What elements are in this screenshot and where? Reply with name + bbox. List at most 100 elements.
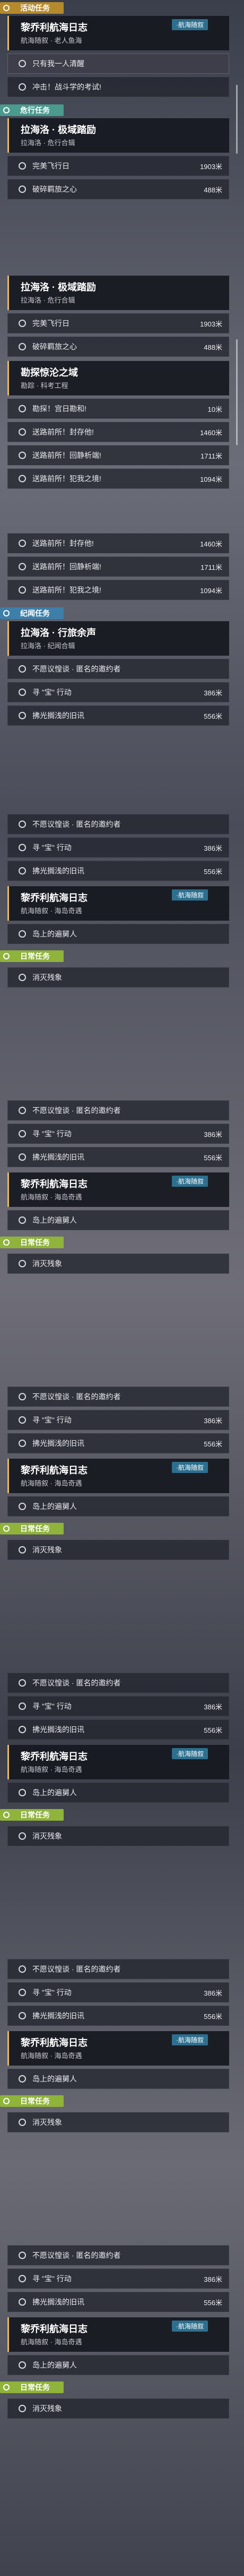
quest-item[interactable]: 不愿议惶谈 · 匿名的邀约者 [7, 1959, 229, 1979]
hud-ticks [0, 1378, 244, 1383]
radio-icon [19, 1130, 26, 1137]
hud-ticks [0, 806, 244, 811]
quest-item[interactable]: 送路前所！封存他! 1460米 [7, 422, 229, 442]
navigate-badge[interactable]: ·航海随叙 [172, 2321, 208, 2332]
hud-ticks [0, 1092, 244, 1097]
quest-item[interactable]: 送路前所！回静析端! 1711米 [7, 557, 229, 577]
navigate-badge[interactable]: ·航海随叙 [172, 1176, 208, 1187]
quest-item[interactable]: 寻 "宝" 行动 386米 [7, 1982, 229, 2002]
quest-item[interactable]: 消灭残象 [7, 1540, 229, 1560]
quest-item[interactable]: 消灭残象 [7, 1826, 229, 1846]
quest-item[interactable]: 寻 "宝" 行动 386米 [7, 2269, 229, 2289]
hud-ticks [0, 1951, 244, 1956]
quest-item[interactable]: 不愿议惶谈 · 匿名的邀约者 [7, 659, 229, 679]
quest-card[interactable]: 黎乔利航海日志 航海随叙 · 海岛奇遇 ·航海随叙 [7, 1745, 229, 1779]
quest-item[interactable]: 送路前所！犯我之境! 1094米 [7, 469, 229, 489]
quest-item[interactable]: 寻 "宝" 行动 386米 [7, 1696, 229, 1716]
scrollbar[interactable] [236, 339, 238, 445]
radio-icon [19, 60, 26, 67]
quest-item[interactable]: 消灭残象 [7, 1254, 229, 1274]
daily-icon [3, 1239, 10, 1246]
quest-item[interactable]: 寻 "宝" 行动 386米 [7, 1410, 229, 1430]
radio-icon [19, 2361, 26, 2369]
quest-item[interactable]: 岛上的遍舅人 [7, 1496, 229, 1516]
radio-icon [19, 162, 26, 170]
quest-item[interactable]: 岛上的遍舅人 [7, 2355, 229, 2375]
radio-icon [19, 1416, 26, 1424]
radio-icon [19, 867, 26, 875]
quest-item[interactable]: 岛上的遍舅人 [7, 1210, 229, 1230]
radio-icon [19, 475, 26, 482]
radio-icon [19, 320, 26, 327]
quest-card[interactable]: 黎乔利航海日志 航海随叙 · 海岛奇遇 ·航海随叙 [7, 886, 229, 921]
quest-item[interactable]: 岛上的遍舅人 [7, 924, 229, 944]
radio-icon [19, 428, 26, 436]
quest-item[interactable]: 勘探！宫日勘和! 10米 [7, 399, 229, 419]
quest-card[interactable]: 拉海洛 · 极域踏励 拉海洛 · 危行合辑 [7, 276, 229, 310]
quest-item[interactable]: 冲击！战斗学的考试! [7, 77, 229, 97]
daily-icon [3, 953, 10, 959]
radio-icon [19, 1107, 26, 1114]
quest-item[interactable]: 破碎羁旅之心 488米 [7, 337, 229, 357]
quest-item[interactable]: 送路前所！犯我之境! 1094米 [7, 580, 229, 600]
quest-card[interactable]: 拉海洛 · 行旅余声 拉海洛 · 纪闻合辑 [7, 621, 229, 656]
radio-icon [19, 821, 26, 828]
quest-card[interactable]: 黎乔利航海日志 航海随叙 · 海岛奇遇 ·航海随叙 [7, 2031, 229, 2066]
quest-item[interactable]: 寻 "宝" 行动 386米 [7, 682, 229, 702]
panel-story: 拉海洛 · 极域踏励 拉海洛 · 危行合辑 完美飞行日 1903米 破碎羁旅之心… [0, 276, 244, 489]
quest-item[interactable]: 不愿议惶谈 · 匿名的邀约者 [7, 1387, 229, 1407]
radio-icon [19, 2252, 26, 2259]
navigate-badge[interactable]: ·航海随叙 [172, 889, 208, 901]
radio-icon [19, 1832, 26, 1840]
radio-icon [19, 1965, 26, 1973]
radio-icon [19, 452, 26, 459]
quest-item[interactable]: 完美飞行日 1903米 [7, 156, 229, 176]
quest-item[interactable]: 破碎羁旅之心 488米 [7, 179, 229, 199]
navigate-badge[interactable]: ·航海随叙 [172, 19, 208, 30]
quest-item[interactable]: 岛上的遍舅人 [7, 2069, 229, 2089]
quest-item[interactable]: 不愿议惶谈 · 匿名的邀约者 [7, 814, 229, 834]
scrollbar[interactable] [236, 85, 238, 154]
hud-ticks [0, 2237, 244, 2242]
quest-item[interactable]: 只有我一人清醒 [7, 54, 229, 74]
radio-icon [19, 844, 26, 851]
quest-item[interactable]: 拂光搁浅的旧讯 556米 [7, 861, 229, 881]
quest-card[interactable]: 拉海洛 · 极域踏励 拉海洛 · 危行合辑 [7, 118, 229, 153]
quest-item[interactable]: 不愿议惶谈 · 匿名的邀约者 [7, 1673, 229, 1693]
quest-item[interactable]: 拂光搁浅的旧讯 556米 [7, 2006, 229, 2026]
quest-item[interactable]: 完美飞行日 1903米 [7, 313, 229, 333]
quest-card[interactable]: 勘探惊沦之域 勘踪 · 科考工程 [7, 361, 229, 395]
quest-item[interactable]: 拂光搁浅的旧讯 556米 [7, 705, 229, 726]
radio-icon [19, 2075, 26, 2083]
quest-item[interactable]: 送路前所！回静析端! 1711米 [7, 445, 229, 465]
quest-card[interactable]: 黎乔利航海日志 航海随叙 · 海岛奇遇 ·航海随叙 [7, 1459, 229, 1493]
quest-item[interactable]: 寻 "宝" 行动 386米 [7, 837, 229, 858]
quest-card[interactable]: 黎乔利航海日志 航海随叙 · 海岛奇遇 ·航海随叙 [7, 1172, 229, 1207]
quest-item[interactable]: 不愿议惶谈 · 匿名的邀约者 [7, 1100, 229, 1121]
quest-item[interactable]: 送路前所！封存他! 1460米 [7, 533, 229, 553]
radio-icon [19, 1393, 26, 1400]
world-icon [3, 610, 10, 616]
quest-card[interactable]: 黎乔利航海日志 航海随叙 · 老人鱼海 ·航海随叙 [7, 16, 229, 50]
quest-item[interactable]: 拂光搁浅的旧讯 556米 [7, 1719, 229, 1740]
navigate-badge[interactable]: ·航海随叙 [172, 1462, 208, 1473]
radio-icon [19, 343, 26, 350]
quest-item[interactable]: 寻 "宝" 行动 386米 [7, 1124, 229, 1144]
quest-item[interactable]: 拂光搁浅的旧讯 556米 [7, 1147, 229, 1167]
quest-item[interactable]: 拂光搁浅的旧讯 556米 [7, 2292, 229, 2312]
quest-item[interactable]: 岛上的遍舅人 [7, 1783, 229, 1803]
quest-item[interactable]: 消灭残象 [7, 2112, 229, 2132]
radio-icon [19, 405, 26, 412]
radio-icon [19, 1726, 26, 1733]
tag-event: 活动任务 [0, 0, 244, 16]
navigate-badge[interactable]: ·航海随叙 [172, 1748, 208, 1759]
quest-item[interactable]: 消灭残象 [7, 2398, 229, 2419]
quest-item[interactable]: 不愿议惶谈 · 匿名的邀约者 [7, 2245, 229, 2265]
quest-item[interactable]: 拂光搁浅的旧讯 556米 [7, 1433, 229, 1453]
daily-icon [3, 2098, 10, 2104]
quest-item[interactable]: 消灭残象 [7, 967, 229, 987]
quest-card[interactable]: 黎乔利航海日志 航海随叙 · 海岛奇遇 ·航海随叙 [7, 2317, 229, 2352]
navigate-badge[interactable]: ·航海随叙 [172, 2034, 208, 2045]
radio-icon [19, 563, 26, 570]
radio-icon [19, 1440, 26, 1447]
